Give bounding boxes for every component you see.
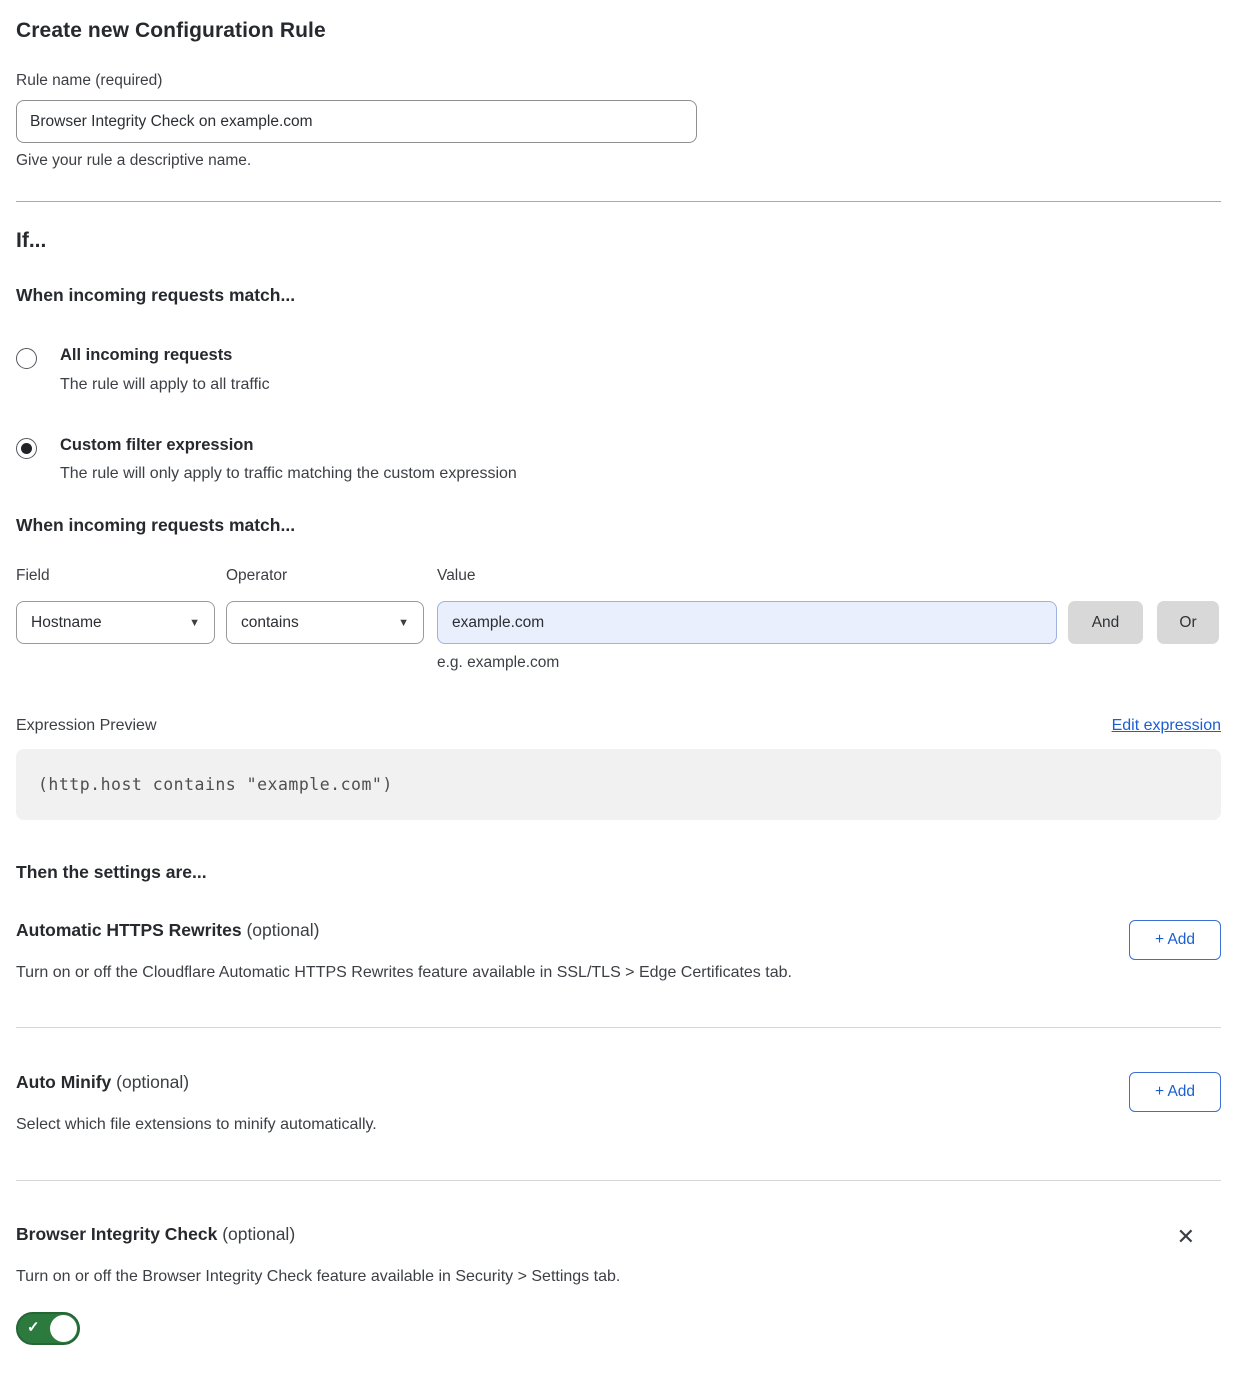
operator-select[interactable]: contains ▼ [226,601,424,644]
setting-optional-tag: (optional) [222,1224,295,1244]
if-heading: If... [16,229,1221,253]
field-select[interactable]: Hostname ▼ [16,601,215,644]
setting-title: Automatic HTTPS Rewrites [16,920,242,940]
operator-label: Operator [226,567,437,585]
radio-button-all-requests[interactable] [16,348,37,369]
setting-title: Auto Minify [16,1072,111,1092]
expression-code: (http.host contains "example.com") [38,775,393,794]
chevron-down-icon: ▼ [189,617,200,629]
setting-optional-tag: (optional) [246,920,319,940]
create-configuration-rule-form: Create new Configuration Rule Rule name … [0,0,1237,1390]
builder-labels-row: Field Operator Value [16,567,1221,585]
radio-dot [21,353,32,364]
match-heading-builder: When incoming requests match... [16,515,1221,536]
rule-name-help: Give your rule a descriptive name. [16,152,1221,170]
radio-dot [21,443,32,454]
close-icon[interactable]: ✕ [1177,1226,1195,1248]
setting-row-browser-integrity-check: Browser Integrity Check (optional) Turn … [16,1224,1221,1350]
rule-name-input[interactable] [16,100,697,143]
and-button[interactable]: And [1068,601,1143,644]
setting-optional-tag: (optional) [116,1072,189,1092]
value-label: Value [437,567,1221,585]
value-input[interactable] [437,601,1057,644]
toggle-knob [50,1315,77,1342]
match-heading-top: When incoming requests match... [16,285,1221,306]
setting-description: Select which file extensions to minify a… [16,1116,377,1134]
page-title: Create new Configuration Rule [16,19,1221,43]
radio-label: All incoming requests [60,347,270,364]
chevron-down-icon: ▼ [398,617,409,629]
radio-button-custom-filter[interactable] [16,438,37,459]
setting-divider [16,1027,1221,1028]
setting-description: Turn on or off the Browser Integrity Che… [16,1268,620,1286]
builder-controls-row: Hostname ▼ contains ▼ And Or [16,601,1221,644]
field-label: Field [16,567,226,585]
setting-description: Turn on or off the Cloudflare Automatic … [16,964,792,982]
radio-option-all-requests: All incoming requests The rule will appl… [16,347,1221,394]
radio-description: The rule will apply to all traffic [60,376,270,394]
setting-row-auto-minify: Auto Minify (optional) Select which file… [16,1072,1221,1134]
expression-preview-label: Expression Preview [16,717,157,735]
radio-option-custom-filter: Custom filter expression The rule will o… [16,437,1221,484]
settings-heading: Then the settings are... [16,862,1221,883]
value-hint: e.g. example.com [437,654,1221,672]
section-divider [16,201,1221,202]
browser-integrity-check-toggle[interactable]: ✓ [16,1312,80,1345]
expression-preview-header: Expression Preview Edit expression [16,717,1221,735]
radio-description: The rule will only apply to traffic matc… [60,465,517,483]
add-auto-minify-button[interactable]: + Add [1129,1072,1221,1112]
field-select-value: Hostname [31,614,102,632]
radio-label: Custom filter expression [60,437,517,454]
setting-row-automatic-https-rewrites: Automatic HTTPS Rewrites (optional) Turn… [16,920,1221,982]
setting-divider [16,1180,1221,1181]
check-icon: ✓ [27,1318,40,1336]
add-automatic-https-rewrites-button[interactable]: + Add [1129,920,1221,960]
or-button[interactable]: Or [1157,601,1219,644]
operator-select-value: contains [241,614,299,632]
expression-code-block: (http.host contains "example.com") [16,749,1221,820]
setting-title: Browser Integrity Check [16,1224,217,1244]
rule-name-label: Rule name (required) [16,72,1221,90]
edit-expression-link[interactable]: Edit expression [1112,717,1221,735]
